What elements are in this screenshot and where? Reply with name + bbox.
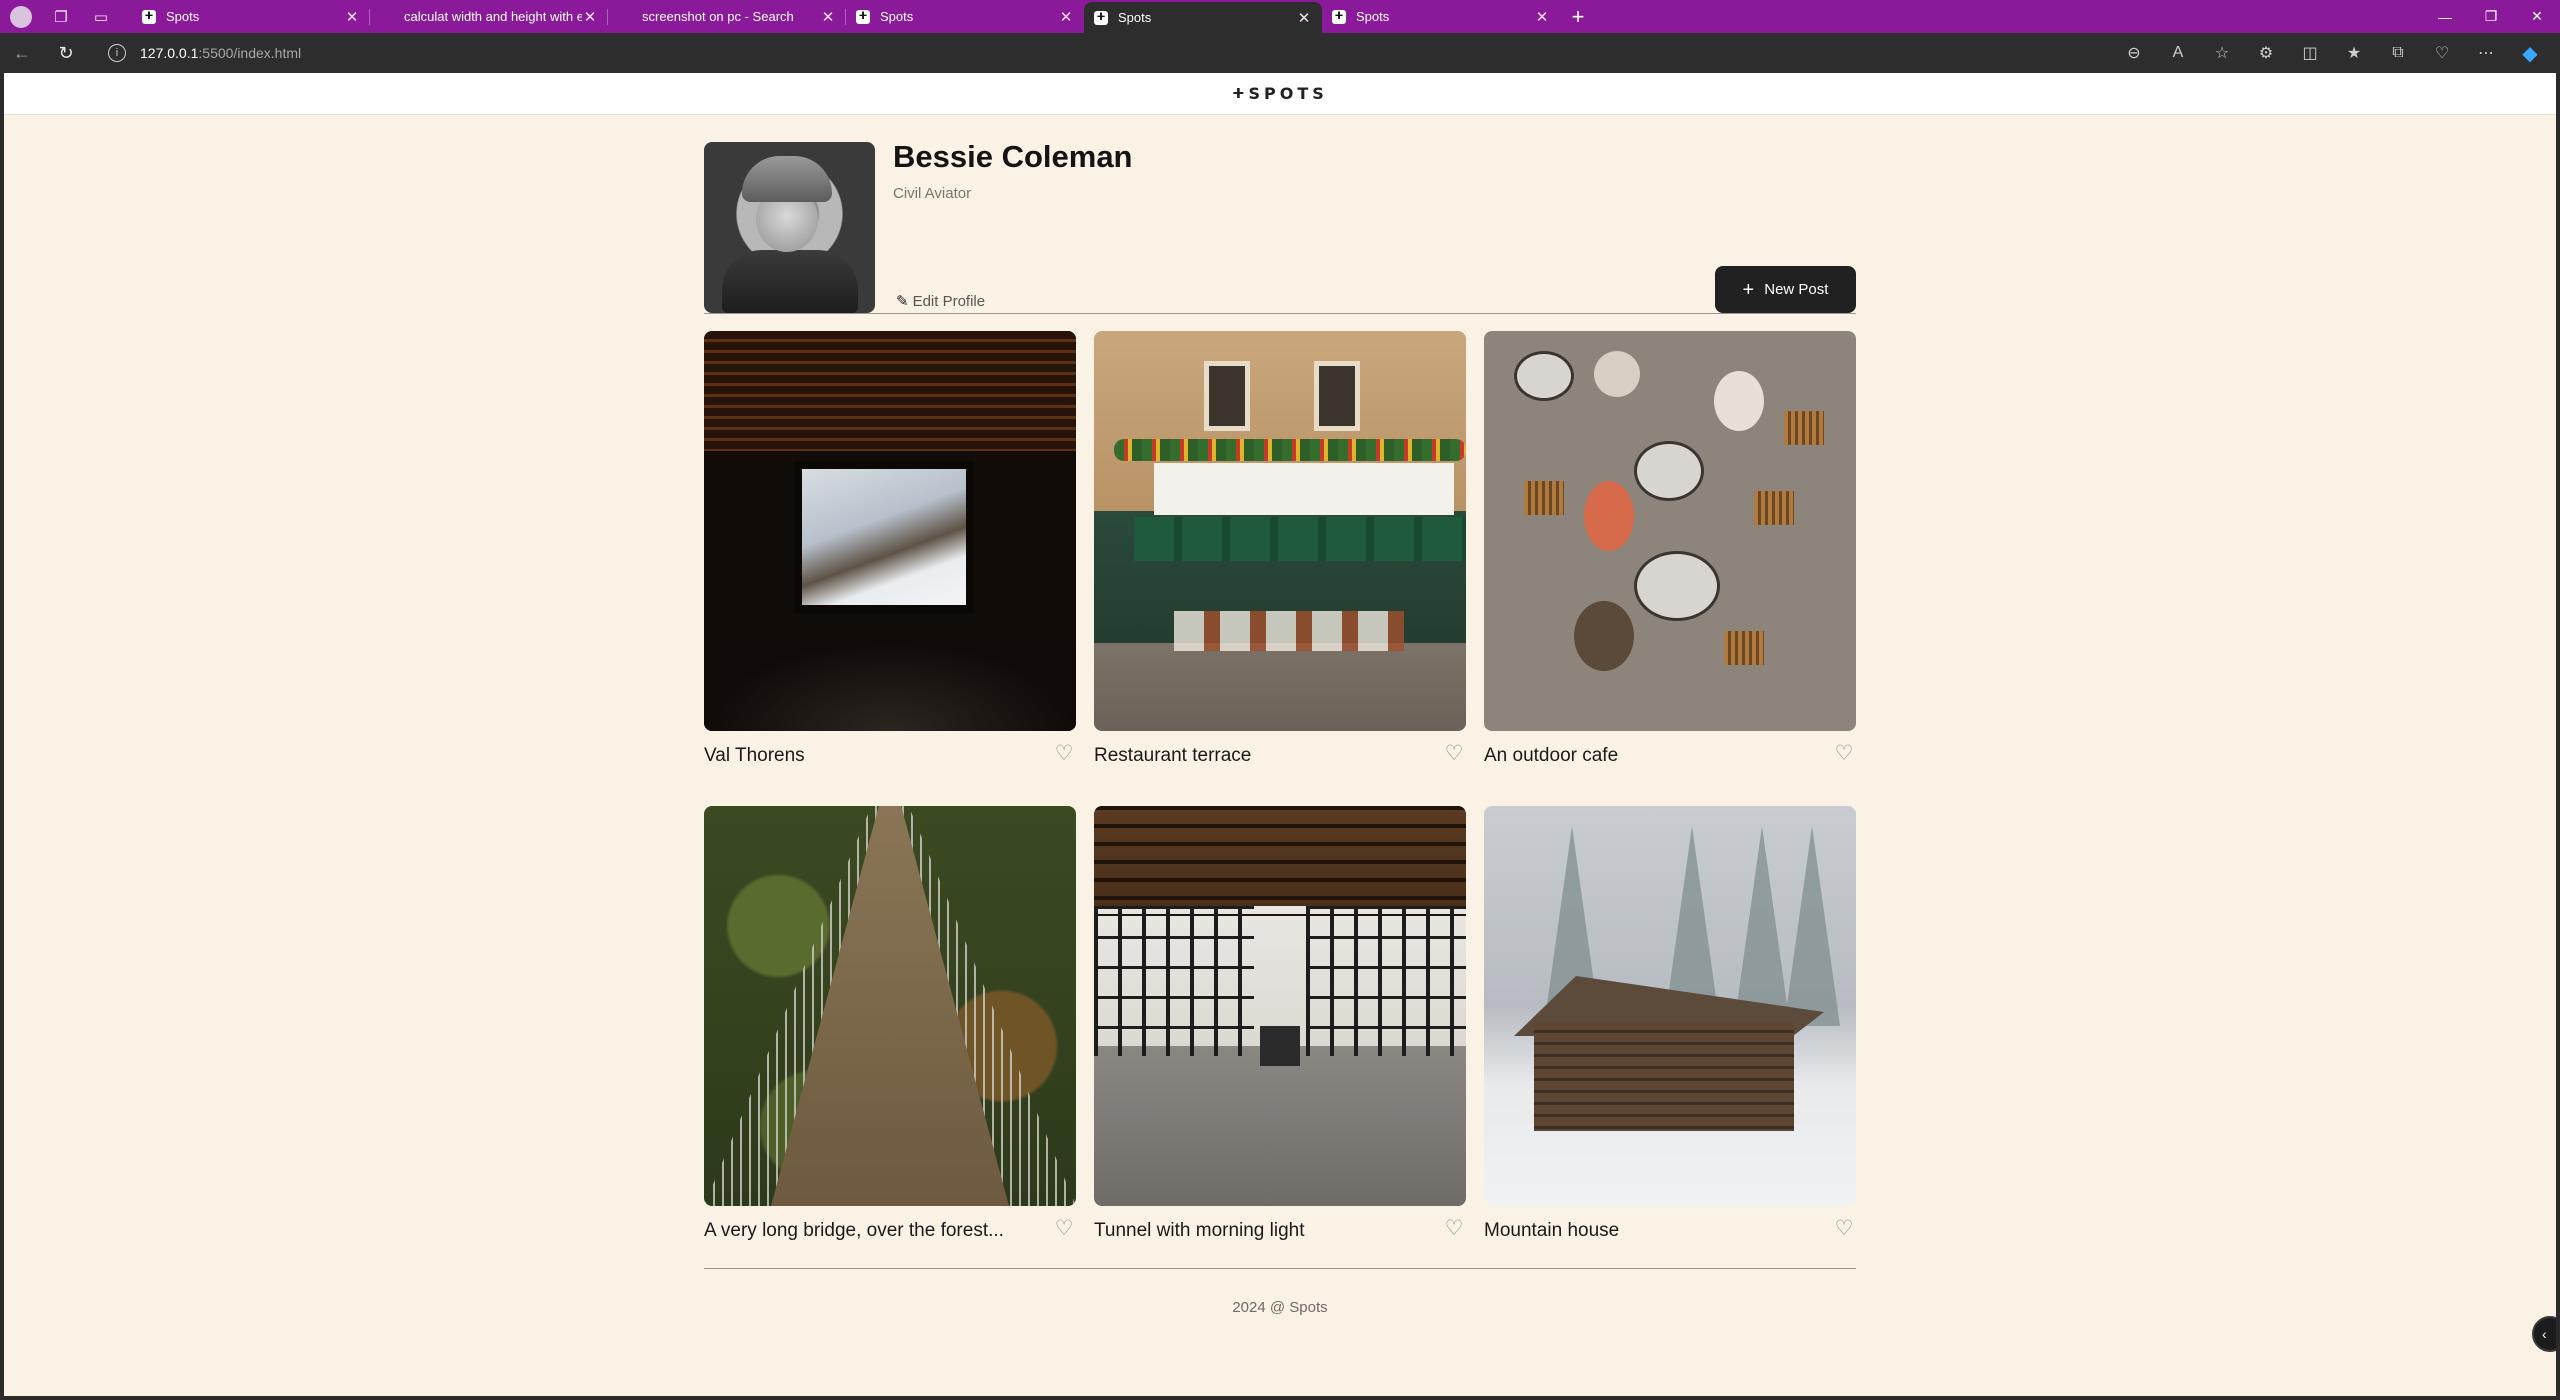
card-image[interactable] [1094, 806, 1466, 1206]
browser-tab[interactable]: ⵜ Spots ✕ [846, 0, 1084, 33]
card-title: Tunnel with morning light [1094, 1220, 1305, 1241]
plus-icon: + [1742, 278, 1755, 301]
browser-tab[interactable]: calculat width and height with em ✕ [370, 0, 608, 33]
spots-favicon-icon: ⵜ [142, 9, 156, 24]
favorites-icon[interactable]: ★ [2332, 33, 2376, 73]
avatar [704, 142, 875, 313]
like-heart-icon[interactable]: ♡ [1442, 1218, 1466, 1242]
close-tab-icon[interactable]: ✕ [1058, 8, 1074, 26]
profile-title: Civil Aviator [893, 185, 972, 202]
like-heart-icon[interactable]: ♡ [1832, 743, 1856, 767]
tab-title: screenshot on pc - Search [642, 9, 794, 24]
card: Tunnel with morning light ♡ [1094, 806, 1466, 1257]
split-screen-icon[interactable]: ◫ [2288, 33, 2332, 73]
profile-name: Bessie Coleman [893, 139, 1133, 174]
edit-profile-label: Edit Profile [912, 292, 986, 310]
close-tab-icon[interactable]: ✕ [820, 8, 836, 26]
card: An outdoor cafe ♡ [1484, 331, 1856, 782]
card: Mountain house ♡ [1484, 806, 1856, 1257]
close-window-icon[interactable]: ✕ [2514, 0, 2560, 33]
spots-favicon-icon: ⵜ [1332, 9, 1346, 24]
tab-title: Spots [880, 9, 914, 24]
tab-title: Spots [1118, 10, 1152, 25]
back-arrow-icon[interactable]: ← [0, 33, 44, 73]
favorite-star-icon[interactable]: ☆ [2200, 33, 2244, 73]
page-viewport: ⵜ SPOTS Bessie Coleman Civil Aviator ✎ E… [4, 73, 2556, 1396]
new-tab-button[interactable]: + [1560, 0, 1596, 33]
new-post-button[interactable]: + New Post [1715, 266, 1856, 313]
new-post-label: New Post [1764, 281, 1829, 298]
collections-icon[interactable]: ⧉ [2376, 33, 2420, 73]
site-info-icon[interactable]: i [108, 44, 126, 62]
close-tab-icon[interactable]: ✕ [1534, 8, 1550, 26]
copilot-icon[interactable]: ◆ [2508, 33, 2552, 73]
like-heart-icon[interactable]: ♡ [1832, 1218, 1856, 1242]
tab-title: Spots [166, 9, 200, 24]
sidebar-toggle-icon[interactable]: ‹ [2532, 1316, 2556, 1352]
browser-tab[interactable]: ⵜ Spots ✕ [1322, 0, 1560, 33]
browser-tab-bar: ❐ ▭ ⵜ Spots ✕ calculat width and height … [0, 0, 2560, 33]
like-heart-icon[interactable]: ♡ [1052, 1218, 1076, 1242]
url-host: 127.0.0.1 [140, 45, 199, 61]
minimize-icon[interactable]: — [2422, 0, 2468, 33]
card-image[interactable] [1484, 331, 1856, 731]
card-title: Restaurant terrace [1094, 745, 1252, 766]
edit-profile-button[interactable]: ✎ Edit Profile [896, 292, 986, 311]
logo-mark-icon: ⵜ [1232, 85, 1245, 102]
logo-text: SPOTS [1248, 84, 1328, 103]
profile-section: Bessie Coleman Civil Aviator ✎ Edit Prof… [704, 139, 1856, 314]
main-content: Bessie Coleman Civil Aviator ✎ Edit Prof… [704, 139, 1856, 1316]
card-title: A very long bridge, over the forest... [704, 1220, 1004, 1241]
footer-divider [704, 1268, 1856, 1269]
card-title: Mountain house [1484, 1220, 1620, 1241]
read-aloud-icon[interactable]: A [2156, 33, 2200, 73]
footer-text: 2024 @ Spots [1232, 1299, 1328, 1316]
card: Val Thorens ♡ [704, 331, 1076, 782]
spots-favicon-icon: ⵜ [856, 9, 870, 24]
spots-logo[interactable]: ⵜ SPOTS [1232, 84, 1328, 103]
address-bar[interactable]: i 127.0.0.1 :5500/index.html [96, 38, 2136, 68]
card: Restaurant terrace ♡ [1094, 331, 1466, 782]
card-image[interactable] [1094, 331, 1466, 731]
url-path: :5500/index.html [198, 45, 302, 61]
tab-actions-icon[interactable]: ▭ [90, 6, 112, 28]
pencil-icon: ✎ [896, 293, 909, 310]
close-tab-icon[interactable]: ✕ [582, 8, 598, 26]
restore-icon[interactable]: ❐ [2468, 0, 2514, 33]
close-tab-icon[interactable]: ✕ [344, 8, 360, 26]
extensions-icon[interactable]: ⚙ [2244, 33, 2288, 73]
more-menu-icon[interactable]: ⋯ [2464, 33, 2508, 73]
cards-grid: Val Thorens ♡ Restaurant terrace ♡ An ou… [704, 331, 1856, 1257]
browser-tab-active[interactable]: ⵜ Spots ✕ [1084, 2, 1322, 33]
card-title: Val Thorens [704, 745, 805, 766]
spots-favicon-icon: ⵜ [1094, 10, 1108, 25]
tab-title: Spots [1356, 9, 1390, 24]
card-image[interactable] [1484, 806, 1856, 1206]
browser-tab[interactable]: screenshot on pc - Search ✕ [608, 0, 846, 33]
card-title: An outdoor cafe [1484, 745, 1619, 766]
reload-icon[interactable]: ↻ [44, 33, 88, 73]
card: A very long bridge, over the forest... ♡ [704, 806, 1076, 1257]
zoom-icon[interactable]: ⊖ [2112, 33, 2156, 73]
browser-essentials-icon[interactable]: ♡ [2420, 33, 2464, 73]
tab-title: calculat width and height with em [404, 9, 582, 24]
card-image[interactable] [704, 331, 1076, 731]
browser-toolbar: ← ↻ i 127.0.0.1 :5500/index.html ⊖ A ☆ ⚙… [0, 33, 2560, 73]
card-image[interactable] [704, 806, 1076, 1206]
browser-profile-icon[interactable] [10, 5, 32, 28]
like-heart-icon[interactable]: ♡ [1052, 743, 1076, 767]
like-heart-icon[interactable]: ♡ [1442, 743, 1466, 767]
site-header: ⵜ SPOTS [4, 73, 2556, 115]
workspaces-icon[interactable]: ❐ [50, 6, 72, 28]
close-tab-icon[interactable]: ✕ [1296, 9, 1312, 27]
browser-tab[interactable]: ⵜ Spots ✕ [132, 0, 370, 33]
